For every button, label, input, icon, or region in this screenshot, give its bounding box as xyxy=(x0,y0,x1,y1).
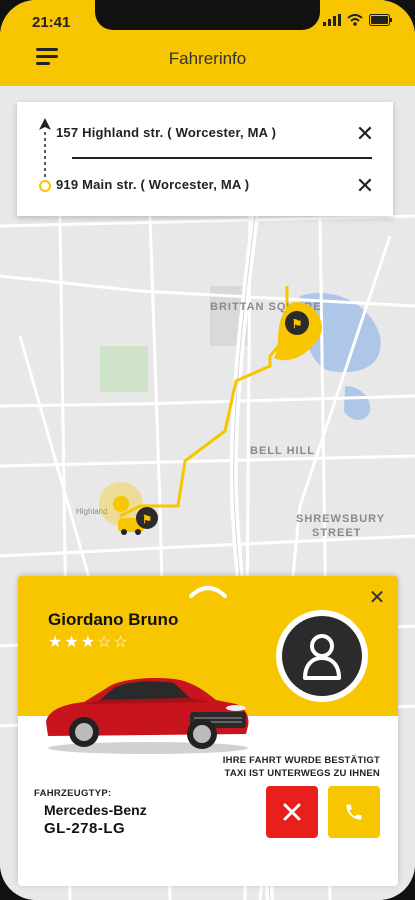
destination-dot-icon xyxy=(39,180,51,192)
clear-origin-button[interactable]: ✕ xyxy=(354,123,376,145)
car-image xyxy=(46,678,249,754)
battery-icon xyxy=(369,14,392,26)
origin-address[interactable]: 157 Highland str. ( Worcester, MA ) xyxy=(56,120,276,144)
x-icon xyxy=(283,803,301,821)
destination-address[interactable]: 919 Main str. ( Worcester, MA ) xyxy=(56,172,249,196)
trip-status-line2: TAXI IST UNTERWEGS ZU IHNEN xyxy=(224,768,380,779)
driver-name: Giordano Bruno xyxy=(48,610,179,629)
status-icons xyxy=(323,14,393,26)
route-indicator xyxy=(39,118,51,192)
origin-dot xyxy=(113,496,129,512)
clear-destination-button[interactable]: ✕ xyxy=(354,175,376,197)
address-divider xyxy=(72,157,372,159)
cancel-ride-button[interactable] xyxy=(266,786,318,838)
close-icon: ✕ xyxy=(368,587,386,609)
vehicle-plate: GL-278-LG xyxy=(44,820,126,837)
vehicle-model: Mercedes-Benz xyxy=(44,802,147,818)
chevron-up-icon xyxy=(189,586,227,598)
park xyxy=(100,346,148,392)
wifi-icon xyxy=(347,14,363,26)
sheet-handle[interactable] xyxy=(189,582,227,600)
phone-icon xyxy=(346,804,362,820)
map-label-street: STREET xyxy=(312,527,361,539)
driver-marker[interactable]: ⚑ xyxy=(136,507,158,529)
call-driver-button[interactable] xyxy=(328,786,380,838)
app-header: 21:41 Fahrerinfo xyxy=(0,0,415,86)
app-screen: BRITTAN SQUARE BELL HILL SHREWSBURY STRE… xyxy=(0,0,415,900)
map-label-bell-hill: BELL HILL xyxy=(250,445,315,457)
close-sheet-button[interactable]: ✕ xyxy=(367,588,387,608)
page-title: Fahrerinfo xyxy=(168,49,247,68)
device-notch xyxy=(95,0,320,30)
driver-avatar xyxy=(276,610,368,702)
driver-rating: ★★★☆☆ xyxy=(48,634,130,651)
trip-status: IHRE FAHRT WURDE BESTÄTIGT TAXI IST UNTE… xyxy=(223,754,380,780)
close-icon: ✕ xyxy=(355,173,375,198)
svg-text:⚑: ⚑ xyxy=(292,317,303,331)
driver-info-sheet: ✕ Giordano Bruno ★★★☆☆ IHRE FAHRT WURDE … xyxy=(18,576,398,886)
vehicle-type-label: FAHRZEUGTYP: xyxy=(34,788,112,799)
signal-icon xyxy=(323,14,341,26)
map-label-shrewsbury: SHREWSBURY xyxy=(296,513,385,525)
user-icon xyxy=(303,634,341,680)
svg-text:⚑: ⚑ xyxy=(142,514,152,526)
close-icon: ✕ xyxy=(355,121,375,146)
status-time: 21:41 xyxy=(32,14,71,31)
navigation-arrow-icon xyxy=(39,118,51,130)
trip-status-line1: IHRE FAHRT WURDE BESTÄTIGT xyxy=(222,755,380,766)
